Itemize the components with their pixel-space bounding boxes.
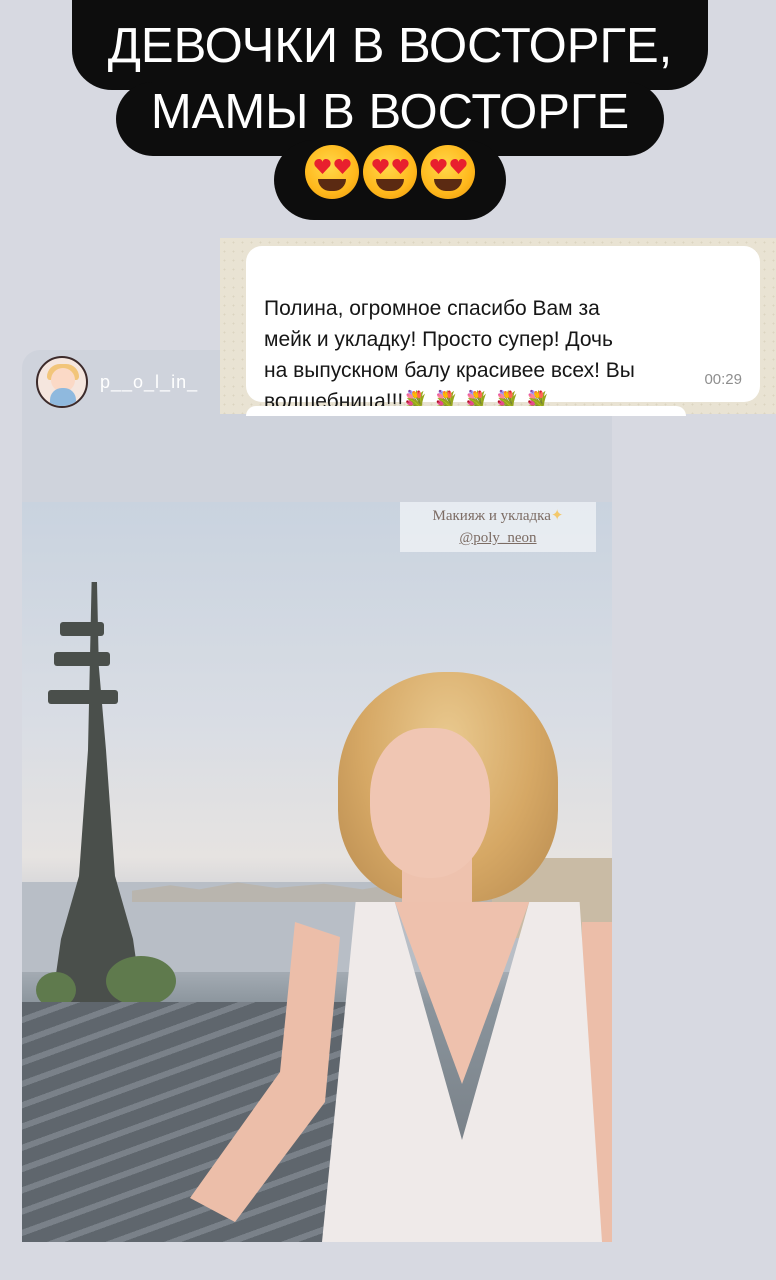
next-message-bubble (246, 406, 686, 416)
story-caption: Макияж и укладка✦ @poly_neon (400, 502, 596, 552)
headline: ДЕВОЧКИ В ВОСТОРГЕ, МАМЫ В ВОСТОРГЕ (0, 0, 776, 230)
chat-screenshot: Полина, огромное спасибо Вам за мейк и у… (220, 238, 776, 416)
monument (52, 582, 142, 1002)
story-photo: Макияж и укладка✦ @poly_neon (22, 502, 612, 1242)
emoji-row (276, 145, 504, 205)
heart-eyes-emoji-icon (421, 145, 475, 199)
monument-sail (48, 690, 118, 704)
monument-sail (54, 652, 110, 666)
monument-sail (60, 622, 104, 636)
caption-mention[interactable]: @poly_neon (400, 527, 596, 549)
message-time: 00:29 (704, 371, 742, 388)
story-username[interactable]: p__o_l_in_ (100, 372, 198, 393)
heart-eyes-emoji-icon (363, 145, 417, 199)
tree (106, 956, 176, 1006)
heart-eyes-emoji-icon (305, 145, 359, 199)
caption-line-1: Макияж и укладка (432, 508, 551, 524)
sparkle-icon: ✦ (550, 508, 564, 524)
story-card: p__o_l_in_ Макияж и укладка✦ @poly_neon (22, 350, 612, 1242)
message-bubble: Полина, огромное спасибо Вам за мейк и у… (246, 246, 760, 413)
girl-face (370, 728, 490, 878)
headline-line-1: ДЕВОЧКИ В ВОСТОРГЕ, (72, 0, 708, 90)
avatar-icon[interactable] (36, 356, 88, 408)
